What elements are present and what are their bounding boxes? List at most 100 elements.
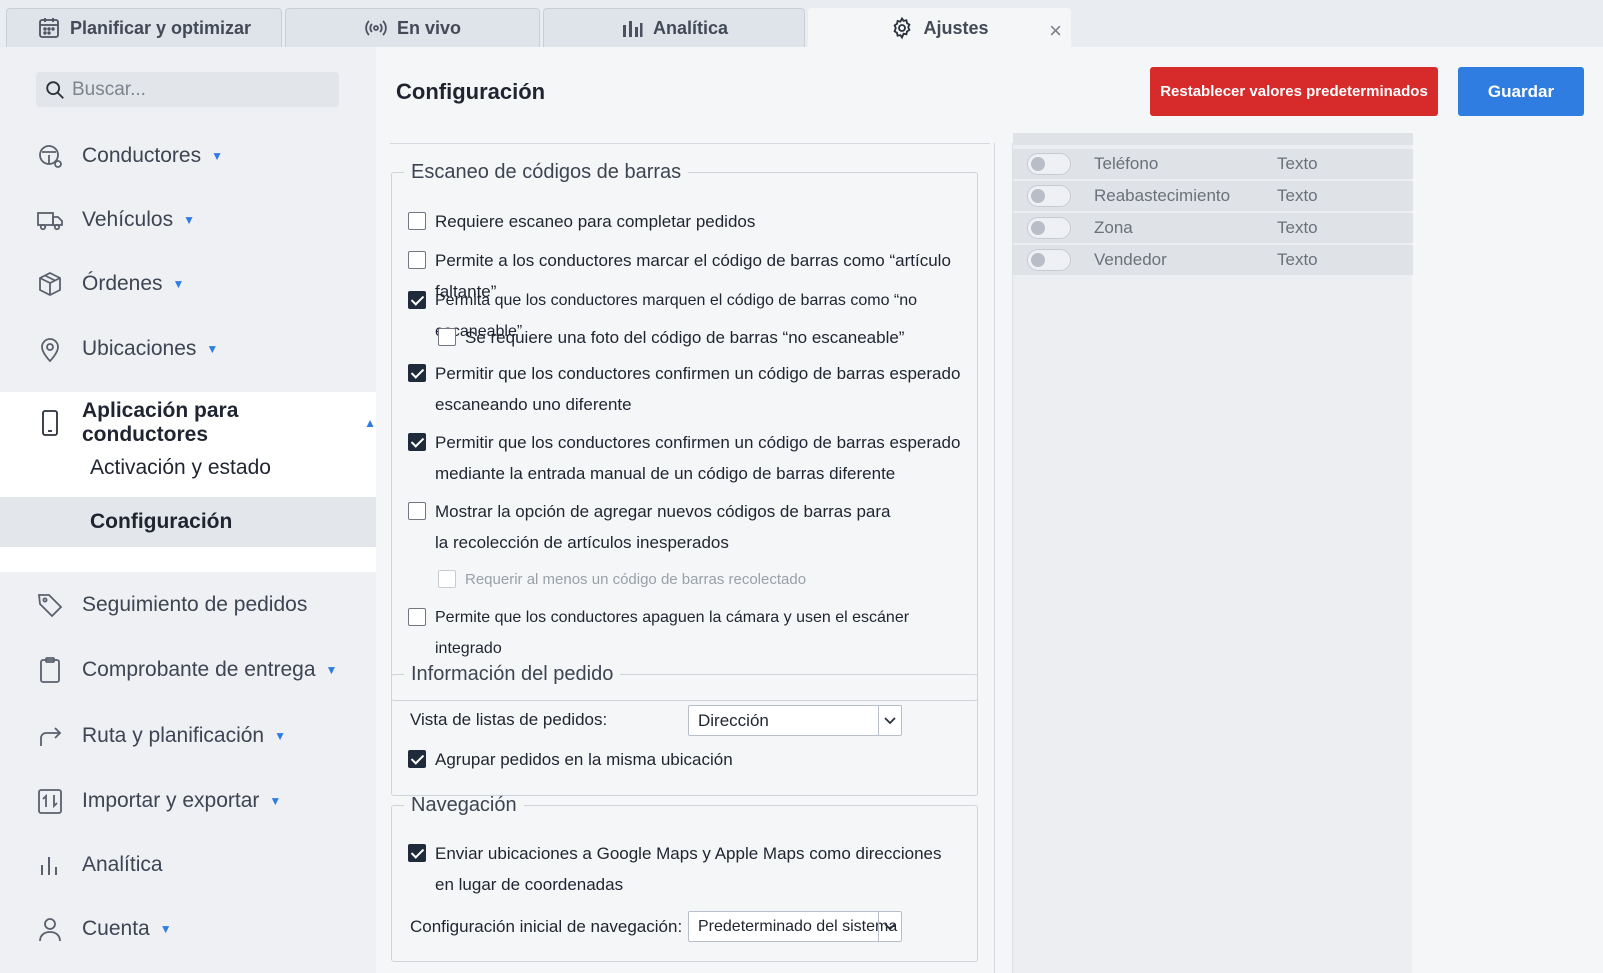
tab-label: Analítica [652, 17, 729, 38]
chevron-down-icon: ▼ [269, 794, 282, 808]
gear-icon [893, 16, 912, 40]
toggle-switch[interactable] [1027, 249, 1071, 271]
field-type: Texto [1277, 250, 1318, 269]
panel-legend: Escaneo de códigos de barras [411, 161, 682, 183]
sidebar-item-comprobante[interactable]: Comprobante de entrega ▼ [0, 645, 376, 695]
chevron-down-icon: ▼ [274, 729, 286, 743]
search-box [36, 72, 339, 107]
checkbox[interactable] [408, 291, 426, 309]
option-label: Permitir que los conductores confirmen u… [435, 364, 961, 414]
barcode-scanning-panel: Escaneo de códigos de barras Requiere es… [391, 161, 978, 701]
list-view-select[interactable]: Dirección [688, 705, 902, 736]
tab-analitica[interactable]: Analítica [543, 8, 805, 47]
checkbox[interactable] [438, 328, 456, 346]
chevron-down-icon: ▼ [211, 149, 223, 163]
barcode-option-row: Permitir que los conductores confirmen u… [408, 427, 960, 489]
checkbox[interactable] [408, 750, 426, 768]
custom-fields-list: Teléfono Texto Reabastecimiento Texto Zo… [1012, 133, 1413, 973]
send-as-address-row: Enviar ubicaciones a Google Maps y Apple… [408, 838, 942, 900]
page-title: Configuración [396, 79, 546, 104]
group-orders-row: Agrupar pedidos en la misma ubicación [408, 744, 733, 775]
field-name: Reabastecimiento [1094, 186, 1231, 205]
sidebar-item-ruta[interactable]: Ruta y planificación ▼ [0, 711, 376, 761]
sidebar-item-analitica[interactable]: Analítica [0, 840, 376, 890]
sidebar-item-label: Seguimiento de pedidos [82, 593, 308, 616]
tab-en-vivo[interactable]: En vivo [285, 8, 540, 47]
panel-legend: Navegación [411, 794, 517, 816]
sidebar-item-conductores[interactable]: Conductores ▼ [0, 131, 376, 181]
tab-label: En vivo [396, 17, 462, 38]
option-label: Permitir que los conductores confirmen u… [435, 433, 961, 483]
toggle-switch[interactable] [1027, 185, 1071, 207]
sidebar-subitem-label: Configuración [90, 510, 233, 533]
sidebar-item-ordenes[interactable]: Órdenes ▼ [0, 259, 376, 309]
select-value: Predeterminado del sistema [698, 917, 898, 935]
sidebar-item-cuenta[interactable]: Cuenta ▼ [0, 904, 376, 954]
sidebar-item-seguimiento[interactable]: Seguimiento de pedidos [0, 580, 376, 630]
option-label: Requerir al menos un código de barras re… [465, 571, 807, 588]
sidebar-item-ubicaciones[interactable]: Ubicaciones ▼ [0, 324, 376, 374]
tab-planificar[interactable]: Planificar y optimizar [6, 8, 282, 47]
checkbox[interactable] [408, 608, 426, 626]
checkbox[interactable] [408, 212, 426, 230]
barcode-option-row: Requerir al menos un código de barras re… [438, 564, 806, 595]
bar-chart-icon [622, 21, 643, 37]
table-row [1013, 133, 1413, 145]
search-input[interactable] [72, 78, 322, 101]
table-row: Zona Texto [1013, 213, 1413, 243]
field-type: Texto [1277, 186, 1318, 205]
user-icon [39, 918, 61, 942]
table-row: Reabastecimiento Texto [1013, 181, 1413, 211]
sidebar-item-vehiculos[interactable]: Vehículos ▼ [0, 195, 376, 245]
select-value: Dirección [698, 710, 769, 730]
clipboard-icon [40, 657, 60, 683]
checkbox[interactable] [408, 844, 426, 862]
chevron-down-icon [878, 706, 901, 735]
sidebar-item-label: Vehículos [82, 208, 174, 231]
toggle-switch[interactable] [1027, 217, 1071, 239]
sidebar: Conductores ▼ Vehículos ▼ Órdenes ▼ Ubic… [0, 47, 376, 973]
truck-icon [37, 212, 63, 231]
barcode-option-row: Permitir que los conductores confirmen u… [408, 358, 960, 420]
broadcast-icon [365, 20, 387, 36]
sidebar-item-importar[interactable]: Importar y exportar ▼ [0, 776, 376, 826]
option-label: Enviar ubicaciones a Google Maps y Apple… [435, 844, 942, 894]
checkbox[interactable] [408, 502, 426, 520]
option-label: Mostrar la opción de agregar nuevos códi… [435, 502, 891, 552]
steering-icon [39, 145, 62, 168]
toggle-switch[interactable] [1027, 153, 1071, 175]
phone-icon [42, 410, 58, 436]
chevron-down-icon: ▼ [183, 213, 195, 227]
sidebar-item-label: Cuenta [82, 917, 150, 940]
box-icon [39, 271, 61, 297]
save-button[interactable]: Guardar [1458, 67, 1584, 116]
sidebar-subitem-activacion[interactable]: Activación y estado [0, 443, 376, 493]
route-arrow-icon [40, 727, 62, 746]
initial-nav-select[interactable]: Predeterminado del sistema [688, 911, 902, 942]
initial-nav-label: Configuración inicial de navegación: [410, 917, 683, 936]
navigation-panel: Navegación Enviar ubicaciones a Google M… [391, 794, 978, 962]
chevron-down-icon [878, 912, 901, 941]
sidebar-subitem-configuracion[interactable]: Configuración [0, 497, 376, 547]
checkbox[interactable] [408, 251, 426, 269]
sidebar-item-label: Órdenes [82, 272, 163, 295]
tab-bar: Planificar y optimizar En vivo Analítica… [0, 0, 1603, 47]
list-view-label: Vista de listas de pedidos: [410, 710, 608, 729]
tab-ajustes[interactable]: Ajustes × [808, 8, 1071, 47]
close-icon[interactable]: × [1049, 18, 1062, 44]
sidebar-item-label: Comprobante de entrega [82, 658, 316, 681]
map-pin-icon [41, 338, 59, 363]
field-name: Zona [1094, 218, 1133, 237]
tab-label: Planificar y optimizar [69, 17, 252, 38]
main-content: Configuración Restablecer valores predet… [376, 47, 1603, 973]
sidebar-item-label: Aplicación para conductores [82, 399, 239, 446]
sidebar-item-label: Ruta y planificación [82, 724, 265, 747]
field-type: Texto [1277, 154, 1318, 173]
checkbox[interactable] [408, 433, 426, 451]
analytics-icon [41, 857, 57, 875]
table-row: Teléfono Texto [1013, 149, 1413, 179]
checkbox[interactable] [408, 364, 426, 382]
reset-defaults-button[interactable]: Restablecer valores predeterminados [1150, 67, 1438, 116]
tag-icon [37, 594, 63, 618]
divider [390, 143, 990, 144]
